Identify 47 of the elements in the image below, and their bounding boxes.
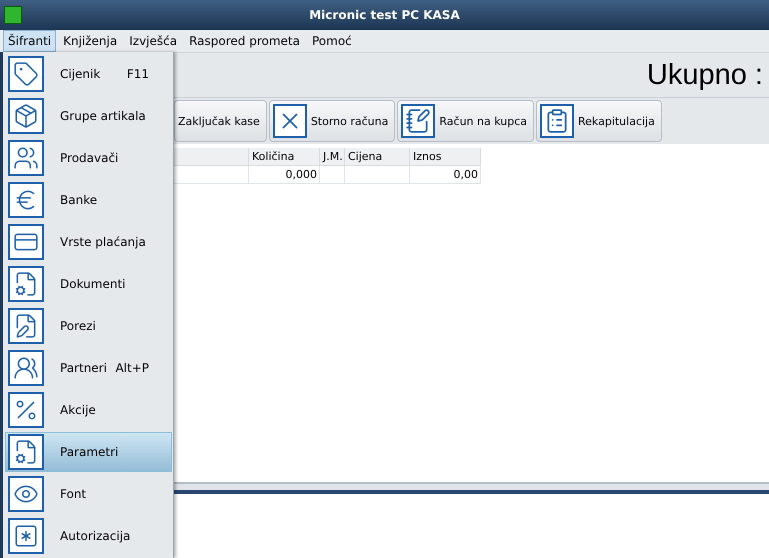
toolbar-button[interactable]: Zaključak kase [174, 100, 267, 142]
dropdown-item[interactable]: Prodavači [5, 138, 172, 178]
eye-icon [8, 476, 44, 512]
dropdown-item[interactable]: Grupe artikala [5, 96, 172, 136]
cross-icon [272, 104, 307, 138]
dropdown-item[interactable]: Dokumenti [5, 264, 172, 304]
table-cell: 0,00 [410, 166, 481, 184]
window-title: Micronic test PC KASA [309, 8, 460, 22]
box-icon [8, 98, 44, 134]
menu-item[interactable]: Pomoć [306, 30, 357, 52]
toolbar-button[interactable]: Račun na kupca [397, 100, 534, 142]
dropdown-item[interactable]: Parametri [5, 432, 172, 472]
dropdown-item[interactable]: Banke [5, 180, 172, 220]
toolbar-button[interactable]: Rekapitulacija [536, 100, 662, 142]
shortcut-label: Alt+P [115, 361, 149, 375]
percent-icon [8, 392, 44, 428]
column-header: Količina [249, 148, 320, 166]
menu-item[interactable]: Izvješća [124, 30, 182, 52]
menu-item[interactable]: Raspored prometa [184, 30, 305, 52]
app-icon [4, 6, 22, 24]
euro-icon [8, 182, 44, 218]
dropdown-item[interactable]: Font [5, 474, 172, 514]
notebook-pen-icon [401, 104, 436, 138]
column-header: Cijena [345, 148, 410, 166]
total-label: Ukupno : [646, 58, 763, 92]
document-gear-icon [8, 434, 44, 470]
table-cell [320, 166, 345, 184]
table-cell [345, 166, 410, 184]
toolbar-button[interactable]: Storno računa [268, 100, 396, 142]
shortcut-label: F11 [126, 67, 149, 81]
menu-item[interactable]: Knjiženja [58, 30, 122, 52]
menu-item[interactable]: Šifranti [3, 30, 56, 52]
dropdown-item[interactable]: Porezi [5, 306, 172, 346]
document-pen-icon [8, 308, 44, 344]
people-icon [8, 140, 44, 176]
card-icon [8, 224, 44, 260]
table-cell: 0,000 [249, 166, 320, 184]
dropdown-item[interactable]: Vrste plaćanja [5, 222, 172, 262]
people-icon [8, 350, 44, 386]
document-gear-icon [8, 266, 44, 302]
dropdown-item[interactable]: Cijenik F11 [5, 54, 172, 94]
tag-icon [8, 56, 44, 92]
column-header: Iznos [410, 148, 481, 166]
dropdown-item[interactable]: Partneri Alt+P [5, 348, 172, 388]
column-header: J.M. [320, 148, 345, 166]
dropdown-item[interactable]: Autorizacija [5, 516, 172, 556]
dropdown-item[interactable]: Akcije [5, 390, 172, 430]
